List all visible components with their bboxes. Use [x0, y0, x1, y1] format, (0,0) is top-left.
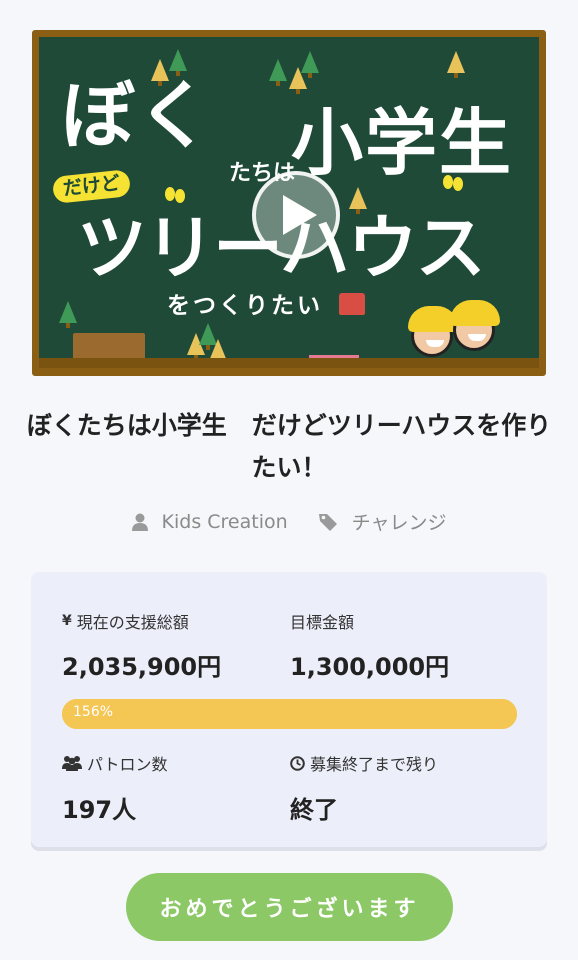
- leaf-decoration: [443, 175, 453, 189]
- tree-decoration: [59, 301, 77, 328]
- chalk-ledge: [39, 358, 539, 368]
- users-icon: [62, 756, 82, 771]
- house-icon: [339, 293, 365, 315]
- tag-icon: [318, 513, 337, 531]
- leaf-decoration: [453, 177, 463, 191]
- goal-amount-value: 1,300,000円: [290, 653, 450, 681]
- project-title: ぼくたちは小学生 だけどツリーハウスを作りたい！: [26, 411, 552, 482]
- board-badge-dakedo: だけど: [51, 169, 132, 204]
- goal-amount-label: 目標金額: [290, 613, 355, 632]
- board-text-shogakusei: 小学生: [291, 101, 514, 185]
- owner-name: Kids Creation: [161, 510, 288, 533]
- congratulations-button[interactable]: おめでとうございます: [126, 873, 453, 941]
- child-avatar: [450, 300, 500, 351]
- tree-decoration: [169, 49, 187, 76]
- project-owner[interactable]: Kids Creation: [131, 508, 288, 535]
- yen-icon: ¥: [62, 613, 72, 629]
- leaf-decoration: [165, 187, 175, 201]
- user-icon: [131, 513, 148, 531]
- progress-percent: 156%: [73, 704, 114, 720]
- child-avatar: [408, 306, 458, 357]
- remaining-time-label: 募集終了まで残り: [290, 751, 438, 775]
- board-text-tsukuritai: をつくりたい: [167, 293, 323, 319]
- tree-decoration: [269, 59, 287, 86]
- funding-stats-panel: ¥ 現在の支援総額 2,035,900円 目標金額 1,300,000円 156…: [31, 572, 547, 847]
- patrons-value: 197人: [62, 796, 137, 824]
- current-amount-value: 2,035,900円: [62, 653, 222, 681]
- play-button[interactable]: [252, 171, 340, 259]
- board-text-boku: ぼく: [61, 73, 213, 159]
- patrons-label: パトロン数: [62, 751, 167, 775]
- progress-fill: [62, 699, 517, 729]
- project-video-thumbnail[interactable]: ぼく たちは 小学生 だけど ツリーハウス をつくりたい: [32, 30, 546, 376]
- remaining-time-value: 終了: [290, 796, 338, 824]
- current-amount-label: ¥ 現在の支援総額: [62, 613, 189, 632]
- category-name: チャレンジ: [351, 512, 447, 534]
- leaf-decoration: [175, 189, 185, 203]
- funding-progress-bar: 156%: [62, 699, 517, 729]
- project-category[interactable]: チャレンジ: [318, 508, 447, 535]
- clock-icon: [290, 755, 305, 771]
- tree-decoration: [301, 51, 319, 78]
- project-meta: Kids Creation チャレンジ: [0, 508, 578, 535]
- play-icon: [283, 195, 317, 235]
- tree-decoration: [447, 51, 465, 78]
- tree-decoration: [349, 187, 367, 214]
